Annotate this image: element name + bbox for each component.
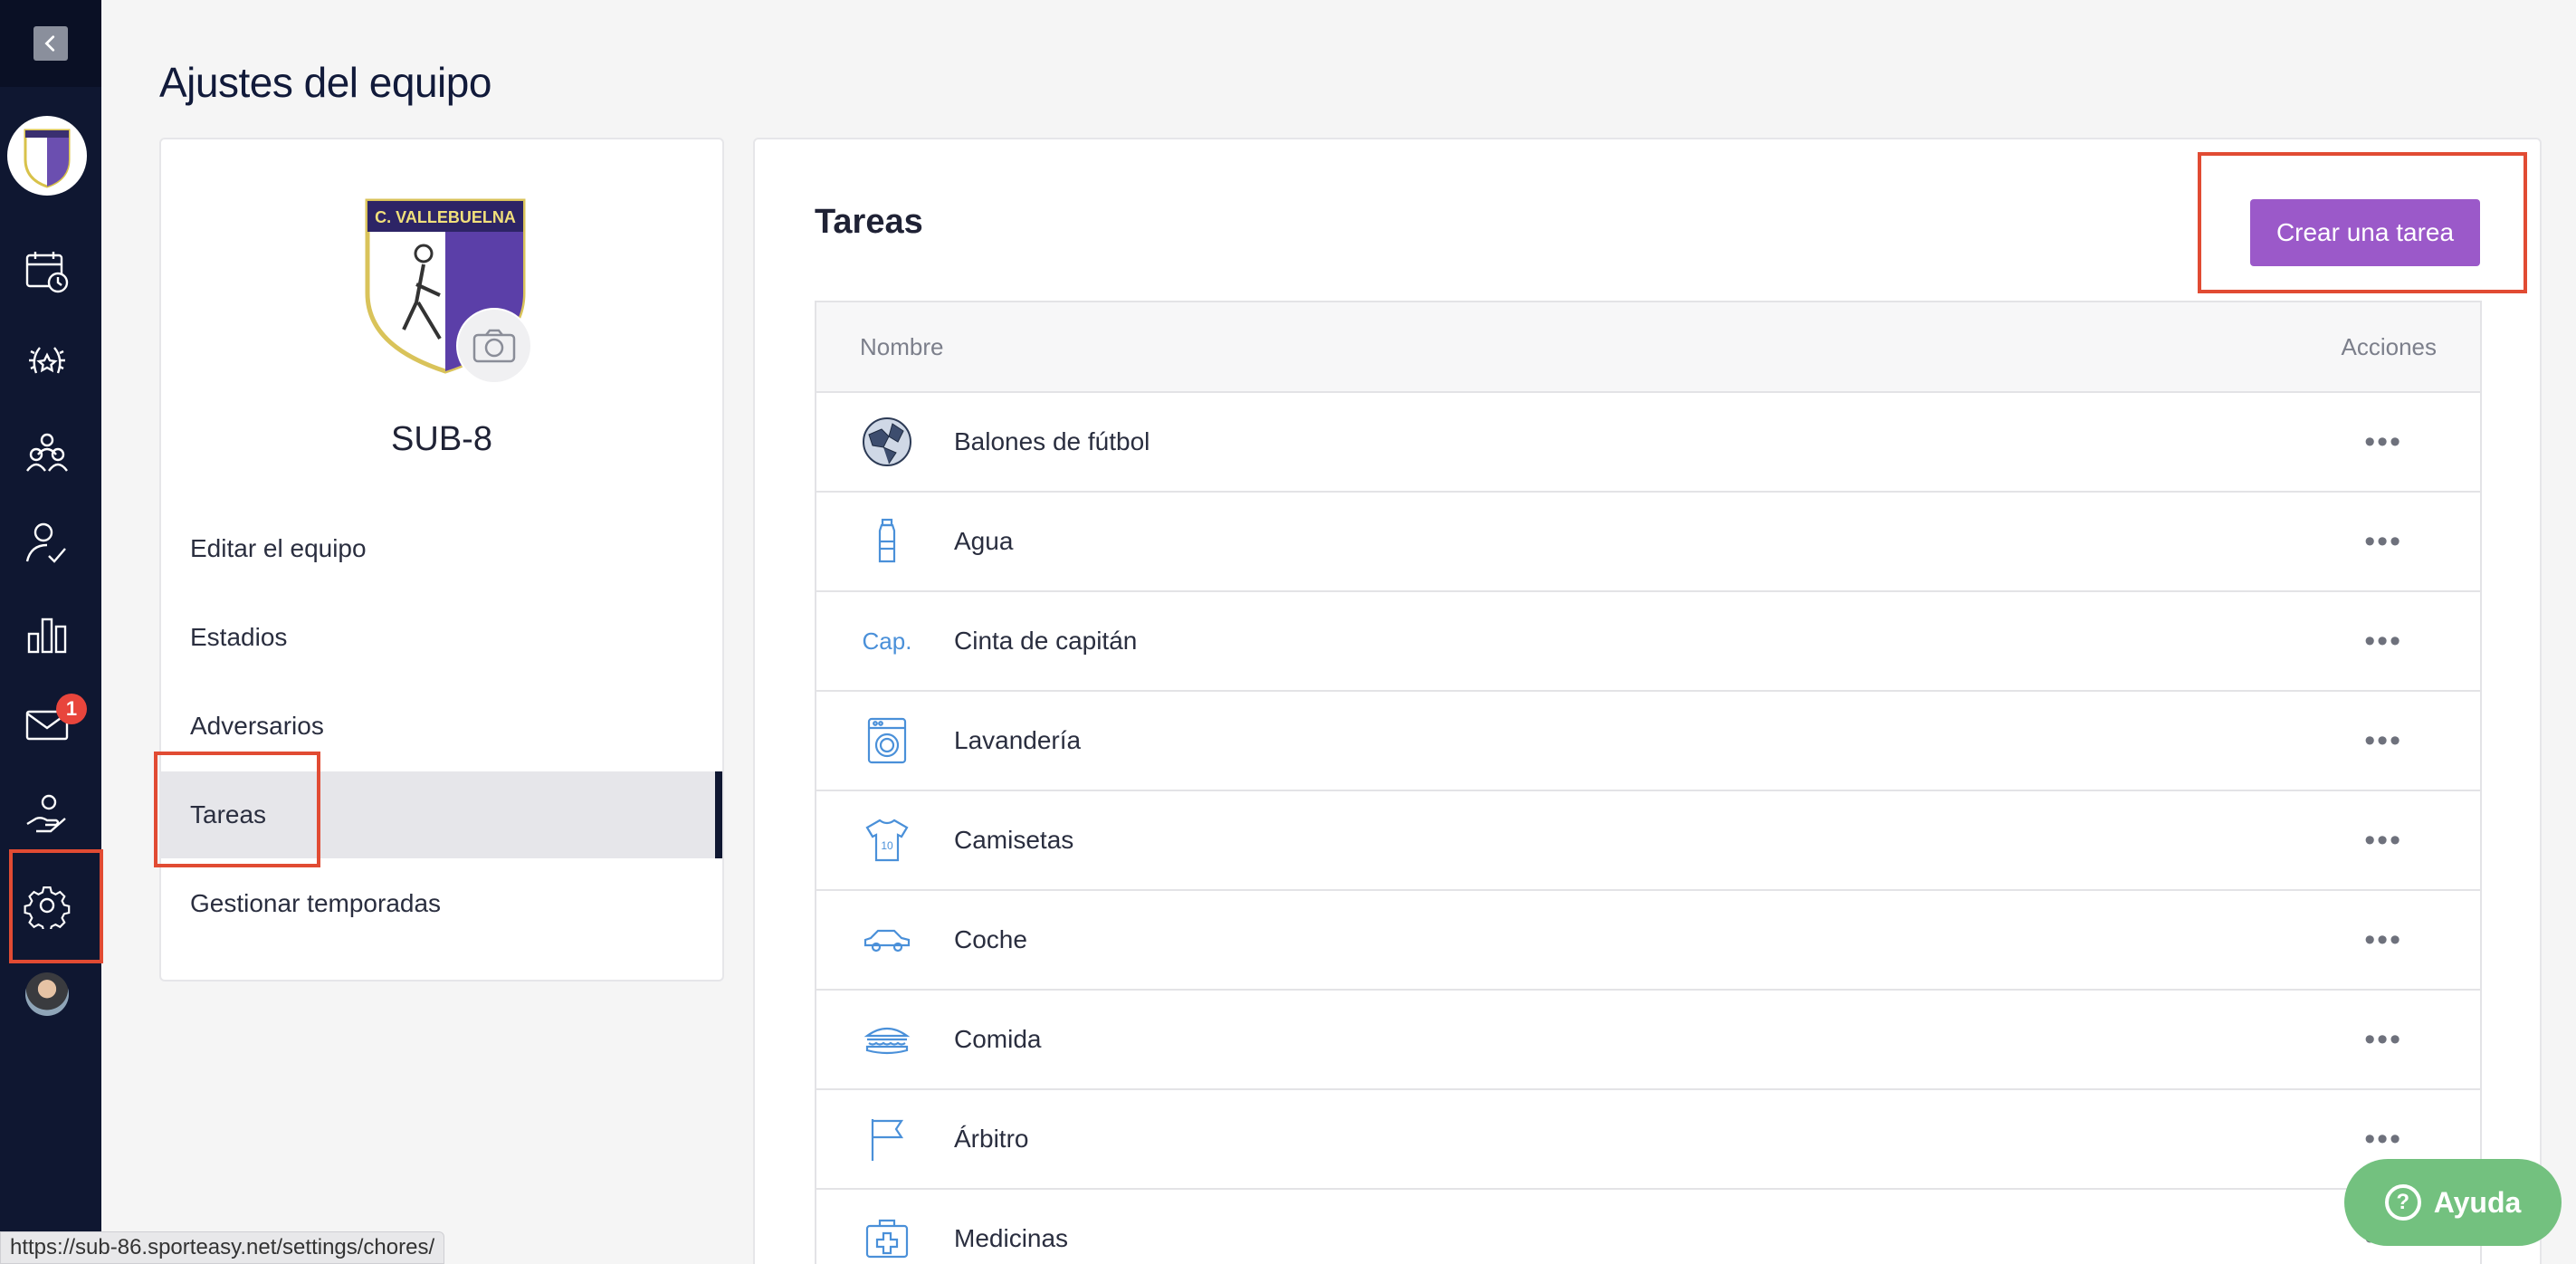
menu-item-stadiums[interactable]: Estadios — [161, 594, 722, 681]
back-icon[interactable] — [33, 26, 68, 61]
task-name: Agua — [954, 527, 1014, 555]
stats-icon[interactable] — [16, 603, 78, 665]
task-name: Coche — [954, 925, 1027, 953]
table-row[interactable]: Medicinas ••• — [816, 1190, 2480, 1264]
car-icon — [858, 911, 916, 969]
calendar-icon[interactable] — [16, 241, 78, 302]
team-logo-text: C. VALLEBUELNA — [375, 208, 516, 226]
jersey-icon: 10 — [858, 811, 916, 869]
tasks-card: Tareas Crear una tarea Nombre Acciones B… — [753, 138, 2542, 1264]
table-row[interactable]: Agua ••• — [816, 493, 2480, 592]
task-name: Árbitro — [954, 1125, 1029, 1153]
table-row[interactable]: Cap. Cinta de capitán ••• — [816, 592, 2480, 692]
task-name: Cinta de capitán — [954, 627, 1138, 655]
side-nav: 1 — [0, 0, 101, 1264]
svg-text:10: 10 — [881, 839, 893, 852]
row-actions-menu[interactable]: ••• — [2364, 592, 2402, 690]
row-actions-menu[interactable]: ••• — [2364, 791, 2402, 889]
settings-highlight — [9, 849, 103, 963]
create-task-highlight — [2198, 152, 2527, 293]
volunteer-icon[interactable] — [16, 784, 78, 846]
table-row[interactable]: Árbitro ••• — [816, 1090, 2480, 1190]
row-actions-menu[interactable]: ••• — [2364, 692, 2402, 790]
washing-machine-icon — [858, 712, 916, 770]
row-actions-menu[interactable]: ••• — [2364, 393, 2402, 491]
task-name: Lavandería — [954, 726, 1082, 754]
first-aid-icon — [858, 1210, 916, 1264]
water-bottle-icon — [858, 512, 916, 570]
table-row[interactable]: Coche ••• — [816, 891, 2480, 991]
nav-back-area — [0, 0, 101, 87]
page-title: Ajustes del equipo — [159, 59, 491, 106]
task-name: Camisetas — [954, 826, 1074, 854]
team-name: SUB-8 — [391, 420, 492, 458]
menu-item-seasons[interactable]: Gestionar temporadas — [161, 860, 722, 947]
team-icon[interactable] — [16, 422, 78, 484]
table-header: Nombre Acciones — [816, 302, 2480, 393]
table-row[interactable]: Lavandería ••• — [816, 692, 2480, 791]
status-bar-url: https://sub-86.sporteasy.net/settings/ch… — [0, 1231, 445, 1264]
captain-band-icon: Cap. — [862, 627, 912, 655]
row-actions-menu[interactable]: ••• — [2364, 891, 2402, 989]
trophy-icon[interactable] — [16, 331, 78, 393]
help-label: Ayuda — [2433, 1185, 2522, 1219]
club-logo[interactable] — [7, 116, 87, 196]
menu-item-edit-team[interactable]: Editar el equipo — [161, 505, 722, 592]
task-name: Medicinas — [954, 1224, 1069, 1252]
soccer-ball-icon — [858, 413, 916, 471]
camera-icon[interactable] — [456, 308, 532, 384]
avatar[interactable] — [25, 972, 69, 1016]
task-name: Comida — [954, 1025, 1042, 1053]
table-row[interactable]: Comida ••• — [816, 991, 2480, 1090]
sandwich-icon — [858, 1010, 916, 1068]
help-button[interactable]: ? Ayuda — [2344, 1159, 2562, 1246]
column-actions-header: Acciones — [2341, 332, 2438, 360]
table-row[interactable]: Balones de fútbol ••• — [816, 393, 2480, 493]
tasks-menu-highlight — [154, 752, 320, 867]
tasks-table: Nombre Acciones Balones de fútbol ••• Ag… — [815, 301, 2482, 1264]
row-actions-menu[interactable]: ••• — [2364, 493, 2402, 590]
attendance-icon[interactable] — [16, 512, 78, 574]
mail-badge: 1 — [56, 694, 87, 724]
tasks-title: Tareas — [815, 203, 923, 241]
column-name-header: Nombre — [860, 332, 944, 360]
task-name: Balones de fútbol — [954, 427, 1150, 455]
help-icon: ? — [2384, 1184, 2421, 1221]
table-row[interactable]: 10 Camisetas ••• — [816, 791, 2480, 891]
row-actions-menu[interactable]: ••• — [2364, 991, 2402, 1088]
flag-icon — [858, 1110, 916, 1168]
